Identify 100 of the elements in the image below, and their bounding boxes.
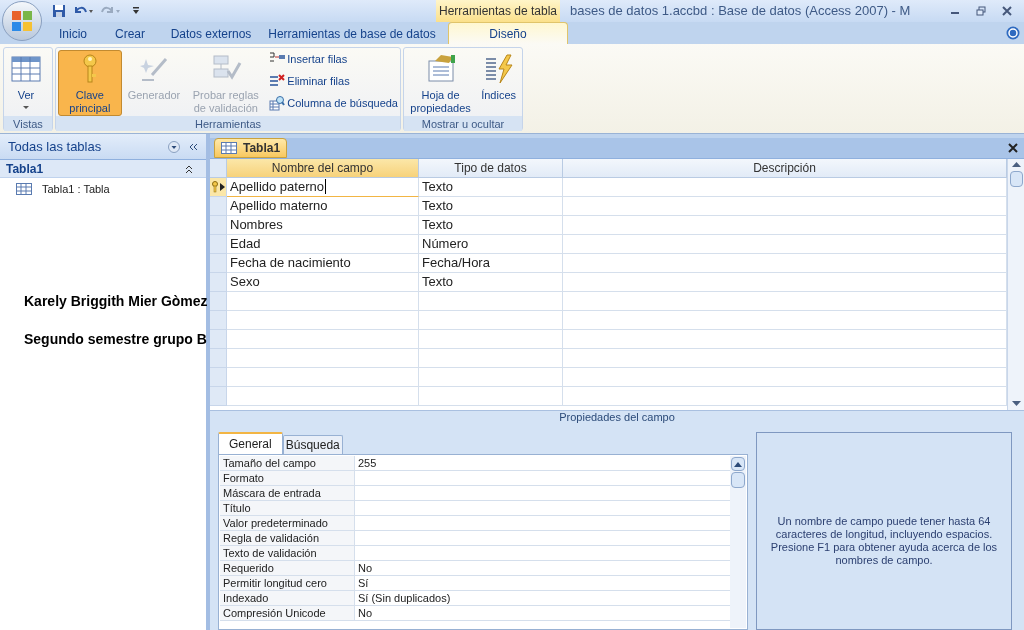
customize-toolbar-icon[interactable]: [132, 6, 140, 16]
row-pointer-icon: [220, 183, 225, 191]
ribbon-button[interactable]: Ver: [6, 50, 46, 116]
table-cell[interactable]: Fecha/Hora: [419, 254, 563, 273]
scroll-down-icon[interactable]: [1011, 401, 1021, 407]
property-label: Compresión Unicode: [220, 606, 355, 620]
table-cell[interactable]: [563, 387, 1007, 406]
table-cell[interactable]: [563, 330, 1007, 349]
table-cell[interactable]: [419, 292, 563, 311]
table-cell[interactable]: [563, 197, 1007, 216]
property-label: Formato: [220, 471, 355, 485]
column-header[interactable]: Tipo de datos: [419, 159, 563, 178]
section-title: Propiedades del campo: [559, 410, 675, 426]
table-cell[interactable]: [563, 349, 1007, 368]
property-label: Regla de validación: [220, 531, 355, 545]
table-cell[interactable]: [419, 311, 563, 330]
property-value[interactable]: No: [355, 606, 730, 620]
table-cell[interactable]: [563, 178, 1007, 197]
ribbon-button[interactable]: Insertar filas: [269, 50, 398, 68]
vertical-scrollbar[interactable]: [730, 456, 746, 628]
scroll-up-icon: [734, 461, 742, 467]
ribbon-button[interactable]: Índices: [477, 50, 520, 116]
context-tab-group: Herramientas de tabla: [438, 2, 558, 20]
dropdown-icon[interactable]: [168, 140, 180, 153]
window-title: bases de datos 1.accbd : Base de datos (Access 2007) - M: [570, 2, 911, 21]
properties-tab[interactable]: General: [218, 432, 283, 454]
property-value[interactable]: 255: [355, 456, 730, 470]
table-cell[interactable]: Apellido paterno: [227, 178, 419, 197]
table-cell[interactable]: [227, 349, 419, 368]
ribbon-tab[interactable]: Crear: [102, 24, 158, 44]
column-header[interactable]: Nombre del campo: [227, 159, 419, 178]
group-label: Herramientas: [56, 116, 400, 131]
ribbon-tab[interactable]: Inicio: [44, 24, 102, 44]
table-cell[interactable]: [563, 254, 1007, 273]
group-label: Vistas: [4, 116, 52, 131]
property-label: Texto de validación: [220, 546, 355, 560]
scrollbar-thumb[interactable]: [1009, 171, 1023, 187]
table-cell[interactable]: [227, 292, 419, 311]
table-cell[interactable]: [419, 330, 563, 349]
group-header[interactable]: Tabla1: [6, 159, 44, 178]
delete-rows-icon: [269, 73, 286, 89]
ribbon-tab[interactable]: Herramientas de base de datos: [264, 24, 440, 44]
table-cell[interactable]: Texto: [419, 197, 563, 216]
table-cell[interactable]: Texto: [419, 216, 563, 235]
table-cell[interactable]: Fecha de nacimiento: [227, 254, 419, 273]
table-cell[interactable]: [563, 292, 1007, 311]
table-cell[interactable]: [227, 330, 419, 349]
property-label: Máscara de entrada: [220, 486, 355, 500]
vertical-scrollbar[interactable]: [1007, 159, 1024, 410]
row-selector[interactable]: [210, 178, 227, 197]
property-label: Tamaño del campo: [220, 456, 355, 470]
table-cell[interactable]: [419, 387, 563, 406]
table-cell[interactable]: Edad: [227, 235, 419, 254]
collapse-group-icon[interactable]: [184, 163, 194, 174]
properties-tab[interactable]: Búsqueda: [282, 435, 343, 454]
property-label: Título: [220, 501, 355, 515]
collapse-icon[interactable]: [188, 141, 198, 152]
table-cell[interactable]: [227, 311, 419, 330]
ribbon-button[interactable]: Eliminar filas: [269, 72, 398, 90]
table-cell[interactable]: [563, 235, 1007, 254]
close-icon[interactable]: [1008, 143, 1018, 153]
help-icon[interactable]: [1006, 26, 1020, 40]
table-cell[interactable]: [563, 273, 1007, 292]
table-cell[interactable]: [419, 368, 563, 387]
table-cell[interactable]: [563, 368, 1007, 387]
table-cell[interactable]: Nombres: [227, 216, 419, 235]
table-cell[interactable]: Apellido materno: [227, 197, 419, 216]
table-icon: [10, 53, 42, 85]
table-cell[interactable]: [563, 216, 1007, 235]
restore-icon[interactable]: [976, 6, 986, 16]
table-icon: [221, 142, 237, 154]
table-cell[interactable]: Texto: [419, 178, 563, 197]
ribbon-tab[interactable]: Diseño: [448, 22, 568, 44]
property-value[interactable]: Sí: [355, 576, 730, 590]
save-icon[interactable]: [52, 4, 66, 18]
scrollbar-thumb[interactable]: [731, 472, 745, 488]
ribbon-button[interactable]: Columna de búsqueda: [269, 94, 398, 112]
table-icon: [16, 183, 32, 195]
lookup-column-icon: [269, 95, 286, 111]
table-cell[interactable]: [419, 349, 563, 368]
scroll-up-button[interactable]: [731, 457, 745, 471]
scroll-up-icon[interactable]: [1011, 161, 1021, 167]
help-text: Un nombre de campo puede tener hasta 64 caracteres de longitud, incluyendo espacios. Presione F1 para obtener ayuda acerca de los nombres de campo.: [769, 515, 999, 567]
column-header[interactable]: Descripción: [563, 159, 1007, 178]
close-icon[interactable]: [1002, 6, 1012, 16]
property-value[interactable]: Sí (Sin duplicados): [355, 591, 730, 605]
table-cell[interactable]: Texto: [419, 273, 563, 292]
table-cell[interactable]: Número: [419, 235, 563, 254]
table-cell[interactable]: Sexo: [227, 273, 419, 292]
ribbon-button[interactable]: Hoja de propiedades: [406, 50, 476, 116]
table-cell[interactable]: [227, 387, 419, 406]
ribbon-tab[interactable]: Datos externos: [158, 24, 264, 44]
table-cell[interactable]: [227, 368, 419, 387]
nav-item[interactable]: Tabla1 : Tabla: [0, 180, 206, 198]
overlay-text: Karely Briggith Mier Gòmez: [24, 292, 208, 311]
document-tab[interactable]: Tabla1: [214, 138, 288, 158]
ribbon-button[interactable]: Clave principal: [58, 50, 122, 116]
property-label: Requerido: [220, 561, 355, 575]
table-cell[interactable]: [563, 311, 1007, 330]
property-value[interactable]: No: [355, 561, 730, 575]
